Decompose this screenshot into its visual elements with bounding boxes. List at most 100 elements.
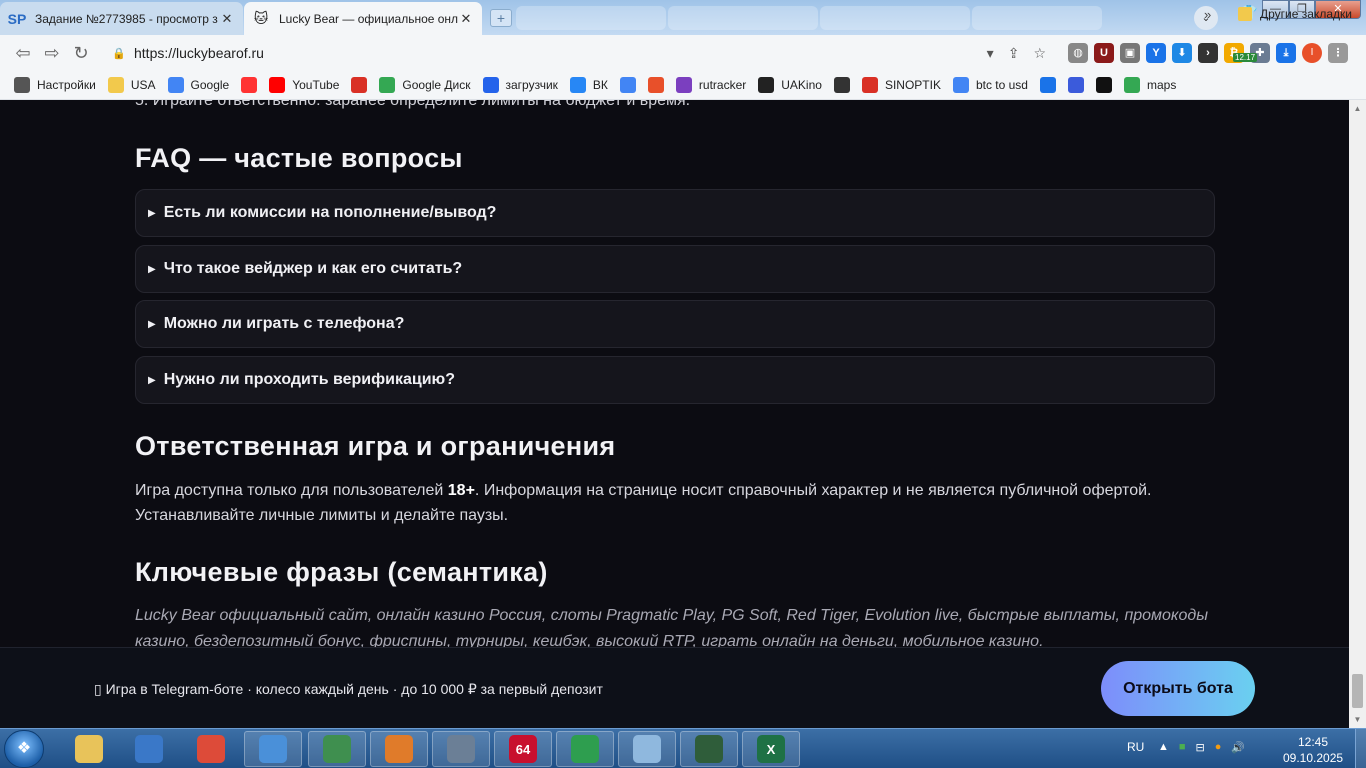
terminal-ext-icon[interactable]: › [1198,43,1218,63]
drive-icon [379,77,396,93]
taskbar-aida64[interactable]: 64 [494,731,552,767]
briefcase-ext-icon[interactable]: ▣ [1120,43,1140,63]
keywords-heading: Ключевые фразы (семантика) [135,557,548,587]
dropdown-icon[interactable]: ▾ [987,45,994,62]
bookmark-item[interactable]: maps [1123,77,1176,93]
bookmark-item[interactable]: Настройки [14,77,96,93]
close-tab-icon[interactable]: ✕ [219,11,235,27]
clock-icon [447,735,475,763]
background-tab[interactable] [972,6,1102,30]
forward-arrow-icon[interactable]: ⇨ [41,43,63,63]
triangle-right-icon: ▶ [148,374,156,386]
thermometer-icon [861,77,878,93]
tab-task[interactable]: SP Задание №2773985 - просмотр з ✕ [0,2,243,35]
menu-icon[interactable]: ⋮ [1328,43,1348,63]
bookmark-item[interactable]: Google [167,77,230,93]
bookmark-label: Google [190,78,230,92]
promo-text: ▯ Игра в Telegram-боте · колесо каждый д… [94,681,603,697]
more-bookmarks-icon[interactable]: » [1204,7,1211,22]
url-text[interactable]: https://luckybearof.ru [134,45,264,61]
network-icon[interactable]: ⊟ [1196,741,1205,754]
volume-icon[interactable]: 🔊 [1231,741,1245,754]
clock[interactable]: 12:45 09.10.2025 [1283,734,1343,766]
taskbar-globe[interactable] [244,731,302,767]
translate-icon [619,77,636,93]
bookmark-item[interactable] [647,77,664,93]
google-icon [167,77,184,93]
bookmark-item[interactable]: rutracker [675,77,746,93]
bookmark-item[interactable] [1039,77,1056,93]
bookmark-item[interactable] [833,77,850,93]
other-bookmarks[interactable]: Другие закладки [1238,7,1352,21]
taskbar-clock[interactable] [432,731,490,767]
background-tab[interactable] [516,6,666,30]
bookmark-item[interactable]: UAKino [758,77,822,93]
taskbar-media[interactable] [370,731,428,767]
bookmark-label: Настройки [37,78,96,92]
bookmark-item[interactable] [241,77,258,93]
taskbar-umbrella[interactable] [556,731,614,767]
open-bot-button[interactable]: Открыть бота [1101,661,1255,716]
tray-flag-icon[interactable]: ● [1215,741,1222,754]
bookmark-label: UAKino [781,78,822,92]
lock-icon[interactable]: 🔒 [112,47,126,60]
tray-app-icon[interactable]: ■ [1179,741,1186,754]
scroll-down-icon[interactable]: ▼ [1349,715,1366,724]
sp-favicon-icon: SP [7,10,27,27]
faq-item[interactable]: ▶ Можно ли играть с телефона? [135,300,1215,348]
tray-arrow-icon[interactable]: ▲ [1158,741,1169,754]
bookmark-item[interactable]: USA [107,77,156,93]
taskbar-monitor[interactable] [308,731,366,767]
taskbar-explorer[interactable] [60,731,118,767]
taskbar-terminal[interactable] [680,731,738,767]
bookmark-item[interactable]: btc to usd [952,77,1028,93]
close-tab-icon[interactable]: ✕ [458,11,474,27]
taskbar-chrome[interactable] [182,731,240,767]
scroll-up-icon[interactable]: ▲ [1349,104,1366,113]
bookmark-item[interactable] [1067,77,1084,93]
background-tab[interactable] [820,6,970,30]
background-tab[interactable] [668,6,818,30]
bookmark-item[interactable]: ВК [569,77,608,93]
taskbar-shield[interactable] [120,731,178,767]
downloads-icon[interactable]: ⤓ [1276,43,1296,63]
bookmark-item[interactable]: YouTube [269,77,339,93]
ublock-icon[interactable]: U [1094,43,1114,63]
address-bar[interactable]: 🔒 https://luckybearof.ru ▾ ⇪ ☆ [100,39,1060,67]
reload-icon[interactable]: ↻ [70,43,92,63]
shield-icon [135,735,163,763]
back-arrow-icon[interactable]: ⇦ [12,43,34,63]
bookmark-star-icon[interactable]: ☆ [1033,45,1046,62]
f-icon [647,77,664,93]
tab-title: Lucky Bear — официальное онла [279,11,458,26]
start-button[interactable]: ❖ [4,730,44,768]
tab-lucky-bear[interactable]: 🐱 Lucky Bear — официальное онла ✕ [244,2,482,35]
new-tab-button[interactable]: + [490,9,512,27]
language-indicator[interactable]: RU [1127,740,1144,754]
taskbar-excel[interactable]: X [742,731,800,767]
show-desktop-button[interactable] [1355,729,1366,768]
page-scrollbar[interactable]: ▲ ▼ [1349,100,1366,728]
monitor-icon [323,735,351,763]
faq-item[interactable]: ▶ Есть ли комиссии на пополнение/вывод? [135,189,1215,237]
bookmark-item[interactable]: SINOPTIK [861,77,941,93]
faq-item[interactable]: ▶ Что такое вейджер и как его считать? [135,245,1215,293]
faq-item[interactable]: ▶ Нужно ли проходить верификацию? [135,356,1215,404]
bookmark-item[interactable]: Google Диск [379,77,471,93]
globe-ext-icon[interactable]: ◍ [1068,43,1088,63]
age-limit: 18+ [447,482,475,499]
share-icon[interactable]: ⇪ [1008,45,1020,62]
taskbar-notes[interactable] [618,731,676,767]
bookmark-item[interactable] [351,77,368,93]
other-bookmarks-label: Другие закладки [1260,7,1352,21]
bookmark-label: YouTube [292,78,340,92]
bookmark-item[interactable] [1095,77,1112,93]
figure-icon [833,77,850,93]
v-ext-icon[interactable]: Y [1146,43,1166,63]
download-ext-icon[interactable]: ⬇ [1172,43,1192,63]
faq-question: Можно ли играть с телефона? [163,315,405,332]
bookmark-item[interactable] [619,77,636,93]
scroll-thumb[interactable] [1352,674,1363,708]
profile-avatar[interactable]: I [1302,43,1322,63]
bookmark-item[interactable]: загрузчик [482,77,558,93]
